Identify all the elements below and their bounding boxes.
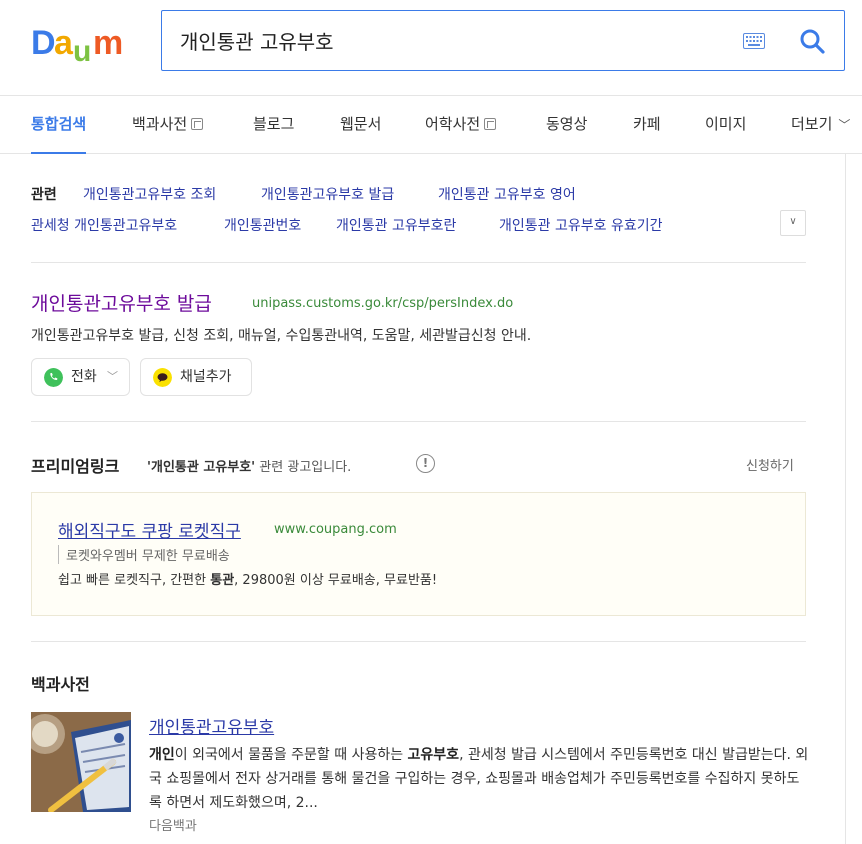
premium-link-subtitle: '개인통관 고유부호' 관련 광고입니다. bbox=[147, 456, 351, 475]
premium-link-heading: 프리미엄링크 bbox=[31, 457, 120, 476]
tab-label: 백과사전 bbox=[132, 115, 188, 133]
chevron-down-icon: ﹀ bbox=[838, 118, 851, 132]
encyclopedia-thumbnail[interactable] bbox=[31, 712, 131, 812]
daum-logo[interactable]: D a u m bbox=[31, 24, 137, 64]
tab-label: 통합검색 bbox=[31, 115, 87, 133]
desc-highlight: 개인 bbox=[149, 747, 175, 763]
tab-cafe[interactable]: 카페 bbox=[633, 96, 661, 154]
related-link[interactable]: 개인통관 고유부호란 bbox=[336, 215, 456, 235]
ad-desc-highlight: 통관 bbox=[210, 573, 235, 588]
tab-label: 이미지 bbox=[705, 115, 747, 133]
related-link[interactable]: 관세청 개인통관고유부호 bbox=[31, 215, 177, 235]
divider bbox=[31, 421, 806, 422]
tab-blog[interactable]: 블로그 bbox=[253, 96, 294, 154]
new-window-icon bbox=[484, 118, 497, 130]
phone-button[interactable]: 전화 ﹀ bbox=[31, 358, 130, 396]
ad-query: '개인통관 고유부호' bbox=[147, 460, 256, 475]
divider bbox=[31, 262, 806, 263]
ad-url[interactable]: www.coupang.com bbox=[274, 522, 397, 537]
encyclopedia-item-description: 개인이 외국에서 물품을 주문할 때 사용하는 고유부호, 관세청 발급 시스템… bbox=[149, 743, 809, 815]
site-result-title[interactable]: 개인통관고유부호 발급 bbox=[31, 289, 212, 316]
ad-desc-text: 쉽고 빠른 로켓직구, 간편한 bbox=[58, 573, 211, 588]
tab-image[interactable]: 이미지 bbox=[705, 96, 746, 154]
encyclopedia-source: 다음백과 bbox=[149, 819, 197, 834]
svg-text:m: m bbox=[93, 24, 123, 62]
ad-desc-text: , 29800원 이상 무료배송, 무료반품! bbox=[234, 573, 438, 588]
passport-photo-image bbox=[31, 712, 131, 812]
chevron-down-icon: ﹀ bbox=[107, 370, 118, 383]
search-input[interactable] bbox=[180, 24, 720, 56]
related-link[interactable]: 개인통관고유부호 조회 bbox=[83, 184, 216, 204]
desc-highlight: 고유부호 bbox=[407, 747, 460, 763]
ad-card: 해외직구도 쿠팡 로켓직구 www.coupang.com 로켓와우멤버 무제한… bbox=[31, 492, 806, 616]
tab-label: 어학사전 bbox=[425, 115, 481, 133]
ad-title-link[interactable]: 해외직구도 쿠팡 로켓직구 bbox=[58, 517, 241, 542]
keyboard-icon[interactable] bbox=[743, 33, 765, 49]
tab-label: 카페 bbox=[633, 115, 661, 133]
new-window-icon bbox=[191, 118, 204, 130]
divider bbox=[31, 641, 806, 642]
header: D a u m bbox=[0, 0, 862, 96]
kakao-talk-icon bbox=[153, 368, 172, 387]
site-result-description: 개인통관고유부호 발급, 신청 조회, 매뉴얼, 수입통관내역, 도움말, 세관… bbox=[31, 328, 532, 344]
site-result-url[interactable]: unipass.customs.go.kr/csp/persIndex.do bbox=[252, 296, 513, 311]
tab-label: 동영상 bbox=[546, 115, 588, 133]
add-channel-button[interactable]: 채널추가 bbox=[140, 358, 252, 396]
ad-description: 쉽고 빠른 로켓직구, 간편한 통관, 29800원 이상 무료배송, 무료반품… bbox=[58, 569, 437, 588]
phone-icon bbox=[44, 368, 63, 387]
chevron-down-icon: ∨ bbox=[789, 216, 797, 227]
ad-notice-text: 관련 광고입니다. bbox=[255, 460, 352, 475]
search-tabs: 통합검색 백과사전 블로그 웹문서 어학사전 동영상 카페 이미지 더보기 ﹀ bbox=[0, 96, 862, 154]
encyclopedia-item-title[interactable]: 개인통관고유부호 bbox=[149, 713, 274, 738]
svg-text:D: D bbox=[31, 24, 56, 62]
related-label: 관련 bbox=[31, 187, 57, 203]
apply-ad-link[interactable]: 신청하기 bbox=[746, 455, 794, 474]
scroll-divider bbox=[845, 154, 846, 844]
tab-label: 웹문서 bbox=[340, 115, 382, 133]
phone-button-label: 전화 bbox=[71, 369, 97, 385]
svg-text:u: u bbox=[73, 35, 91, 64]
tab-video[interactable]: 동영상 bbox=[546, 96, 587, 154]
expand-related-button[interactable]: ∨ bbox=[780, 210, 806, 236]
related-link[interactable]: 개인통관번호 bbox=[224, 215, 301, 235]
encyclopedia-heading: 백과사전 bbox=[31, 675, 90, 694]
related-link[interactable]: 개인통관 고유부호 유효기간 bbox=[499, 215, 662, 235]
tab-dictionary[interactable]: 어학사전 bbox=[425, 96, 497, 154]
desc-text: 이 외국에서 물품을 주문할 때 사용하는 bbox=[174, 747, 408, 763]
tab-more[interactable]: 더보기 ﹀ bbox=[791, 96, 850, 154]
svg-text:a: a bbox=[54, 24, 74, 62]
related-link[interactable]: 개인통관고유부호 발급 bbox=[261, 184, 394, 204]
tab-encyclopedia[interactable]: 백과사전 bbox=[132, 96, 204, 154]
search-icon[interactable] bbox=[798, 27, 826, 55]
tab-label: 블로그 bbox=[253, 115, 295, 133]
tab-label: 더보기 bbox=[791, 115, 833, 133]
ad-sub-text: 로켓와우멤버 무제한 무료배송 bbox=[58, 545, 230, 564]
tab-web[interactable]: 웹문서 bbox=[340, 96, 381, 154]
search-box bbox=[161, 10, 845, 71]
related-link[interactable]: 개인통관 고유부호 영어 bbox=[438, 184, 576, 204]
tab-all[interactable]: 통합검색 bbox=[31, 96, 87, 154]
add-channel-label: 채널추가 bbox=[180, 369, 232, 385]
info-icon[interactable]: ! bbox=[416, 454, 435, 473]
